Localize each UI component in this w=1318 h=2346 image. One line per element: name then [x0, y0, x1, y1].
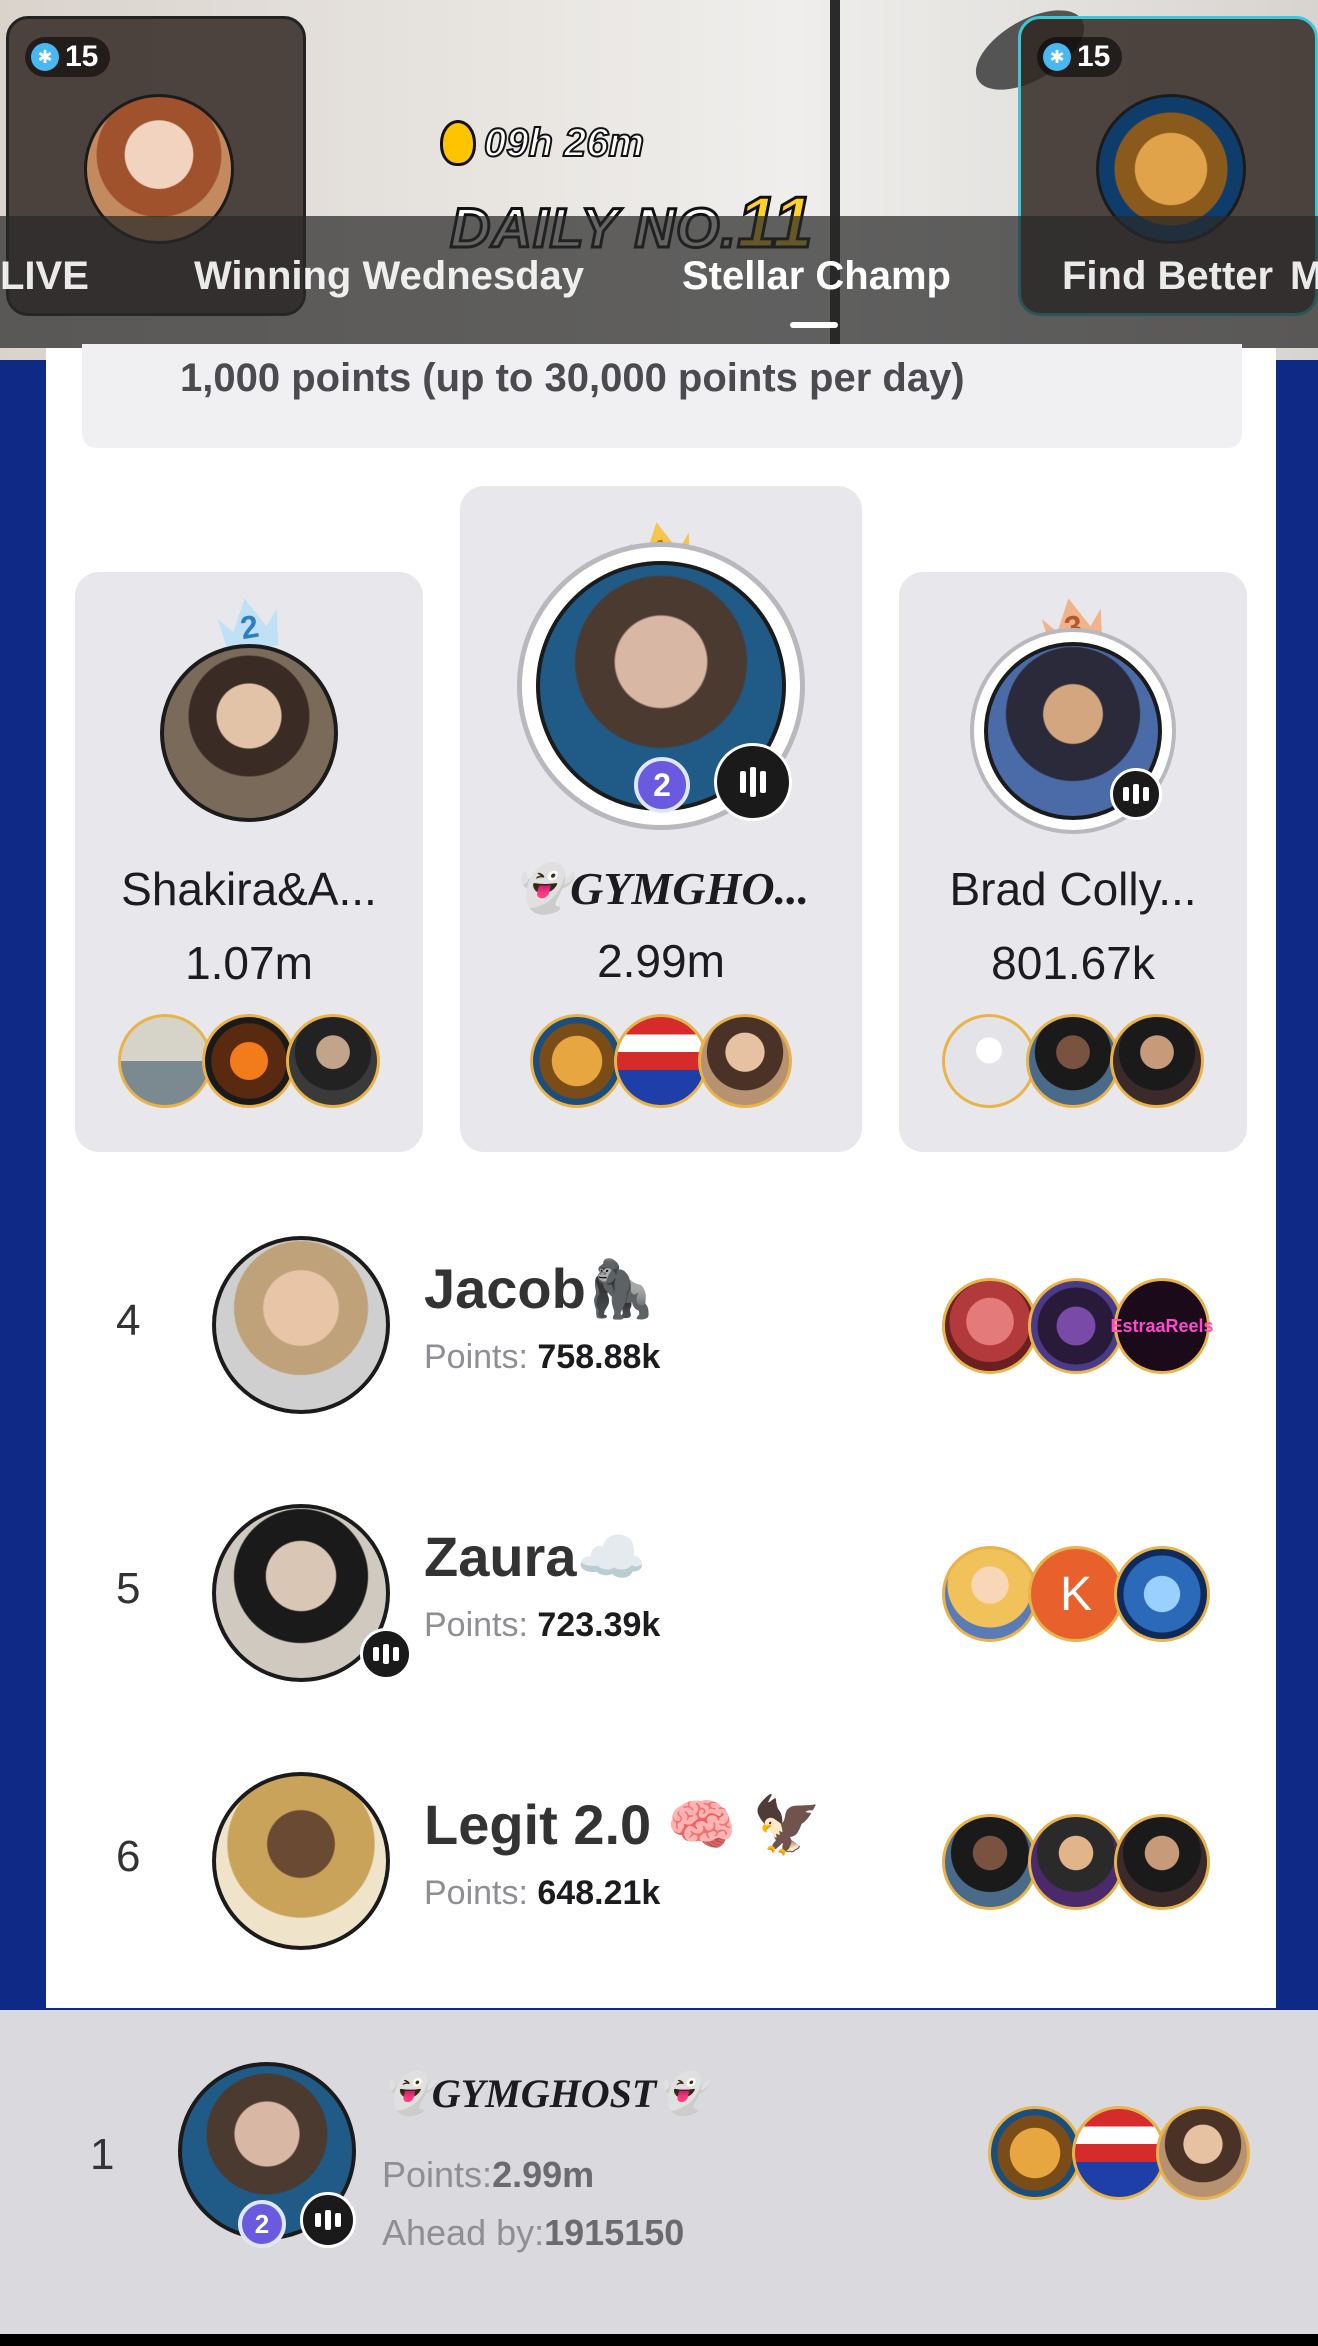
user-points: Points: 758.88k [424, 1338, 661, 1376]
tab-live[interactable]: LIVE [0, 254, 89, 299]
user-name: Zaura☁️ [424, 1525, 647, 1588]
user-score: 2.99m [597, 935, 725, 987]
avatar [212, 1772, 390, 1950]
user-score: 801.67k [991, 937, 1155, 989]
gem-icon: ✱ [1043, 43, 1071, 71]
rank-badge: 2 [238, 2200, 286, 2248]
supporter-avatar[interactable] [1026, 1014, 1120, 1108]
supporter-avatar[interactable] [1072, 2106, 1166, 2200]
user-name: 👻GYMGHO... [512, 863, 810, 914]
level-badge: ✱ 15 [25, 37, 111, 77]
supporter-avatar[interactable] [942, 1278, 1038, 1374]
rank-number: 6 [116, 1832, 141, 1881]
list-item[interactable]: 4 Jacob🦍 Points: 758.88k EstraaReels [46, 1212, 1276, 1432]
supporter-avatar[interactable]: K [1028, 1546, 1124, 1642]
rank-badge: 2 [634, 757, 690, 813]
event-tabs: LIVE Winning Wednesday Stellar Champ Fin… [0, 216, 1318, 348]
supporter-avatars [118, 1014, 380, 1108]
my-ranking-bar[interactable]: 1 2 👻GYMGHOST👻 Points:2.99m Ahead by:191… [0, 2010, 1318, 2334]
ahead-by: Ahead by:1915150 [382, 2212, 685, 2253]
rules-text: 1,000 points (up to 30,000 points per da… [180, 356, 965, 400]
rank-number: 4 [116, 1296, 141, 1345]
supporter-avatar[interactable] [1114, 1546, 1210, 1642]
tab-find-better[interactable]: Find Better [1062, 254, 1273, 299]
user-name: Legit 2.0 🧠 🦅 [424, 1793, 822, 1856]
supporter-avatar[interactable] [988, 2106, 1082, 2200]
supporter-avatar[interactable] [286, 1014, 380, 1108]
supporter-avatars [530, 1014, 792, 1108]
list-item[interactable]: 5 Zaura☁️ Points: 723.39k K [46, 1480, 1276, 1700]
supporter-avatar[interactable] [942, 1546, 1038, 1642]
list-item[interactable]: 6 Legit 2.0 🧠 🦅 Points: 648.21k [46, 1748, 1276, 1968]
level-value: 15 [65, 40, 99, 73]
supporter-avatar[interactable]: EstraaReels [1110, 1278, 1214, 1374]
supporter-avatar[interactable] [202, 1014, 296, 1108]
avatar-frame [970, 628, 1176, 834]
active-tab-indicator [790, 322, 838, 328]
supporter-avatars: EstraaReels [942, 1278, 1214, 1374]
supporter-avatars [942, 1014, 1204, 1108]
supporter-avatar[interactable] [614, 1014, 708, 1108]
level-value: 15 [1077, 40, 1111, 73]
supporter-avatar[interactable] [942, 1814, 1038, 1910]
supporter-avatars: K [942, 1546, 1210, 1642]
user-name: Jacob🦍 [424, 1257, 656, 1320]
tab-stellar-champ[interactable]: Stellar Champ [682, 254, 951, 299]
supporter-avatar[interactable] [1110, 1014, 1204, 1108]
gem-icon: ✱ [31, 43, 59, 71]
rank-number: 1 [90, 2130, 115, 2179]
live-indicator-icon [1110, 768, 1162, 820]
avatar-frame: 2 [517, 542, 805, 830]
supporter-avatar[interactable] [1156, 2106, 1250, 2200]
live-indicator-icon [714, 743, 792, 821]
podium-first[interactable]: 1 2 👻GYMGHO... 2.99m [460, 486, 862, 1152]
live-indicator-icon [360, 1628, 412, 1680]
flame-icon [440, 120, 476, 166]
countdown-timer: 09h 26m [440, 116, 645, 170]
podium-third[interactable]: 3 Brad Colly... 801.67k [899, 572, 1247, 1152]
user-name: Shakira&A... [121, 863, 377, 915]
user-name: Brad Colly... [949, 863, 1197, 915]
my-points: Points:2.99m [382, 2154, 595, 2195]
supporter-avatar[interactable] [530, 1014, 624, 1108]
tab-winning-wednesday[interactable]: Winning Wednesday [194, 254, 584, 299]
avatar [212, 1236, 390, 1414]
tab-more[interactable]: M [1290, 254, 1318, 299]
avatar [160, 644, 338, 822]
supporter-avatar[interactable] [1114, 1814, 1210, 1910]
user-name: 👻GYMGHOST👻 [382, 2071, 707, 2116]
supporter-avatars [988, 2106, 1250, 2200]
supporter-avatar[interactable] [118, 1014, 212, 1108]
user-points: Points: 648.21k [424, 1874, 661, 1912]
supporter-avatar[interactable] [1028, 1814, 1124, 1910]
supporter-avatar[interactable] [698, 1014, 792, 1108]
supporter-avatars [942, 1814, 1210, 1910]
rank-number: 5 [116, 1564, 141, 1613]
bottom-edge [0, 2334, 1318, 2346]
user-score: 1.07m [185, 937, 313, 989]
level-badge: ✱ 15 [1037, 37, 1123, 77]
supporter-avatar[interactable] [942, 1014, 1036, 1108]
timer-text: 09h 26m [483, 120, 645, 166]
live-indicator-icon [300, 2192, 356, 2248]
rules-box: 1,000 points (up to 30,000 points per da… [82, 344, 1242, 448]
user-points: Points: 723.39k [424, 1606, 661, 1644]
podium-second[interactable]: 2 Shakira&A... 1.07m [75, 572, 423, 1152]
